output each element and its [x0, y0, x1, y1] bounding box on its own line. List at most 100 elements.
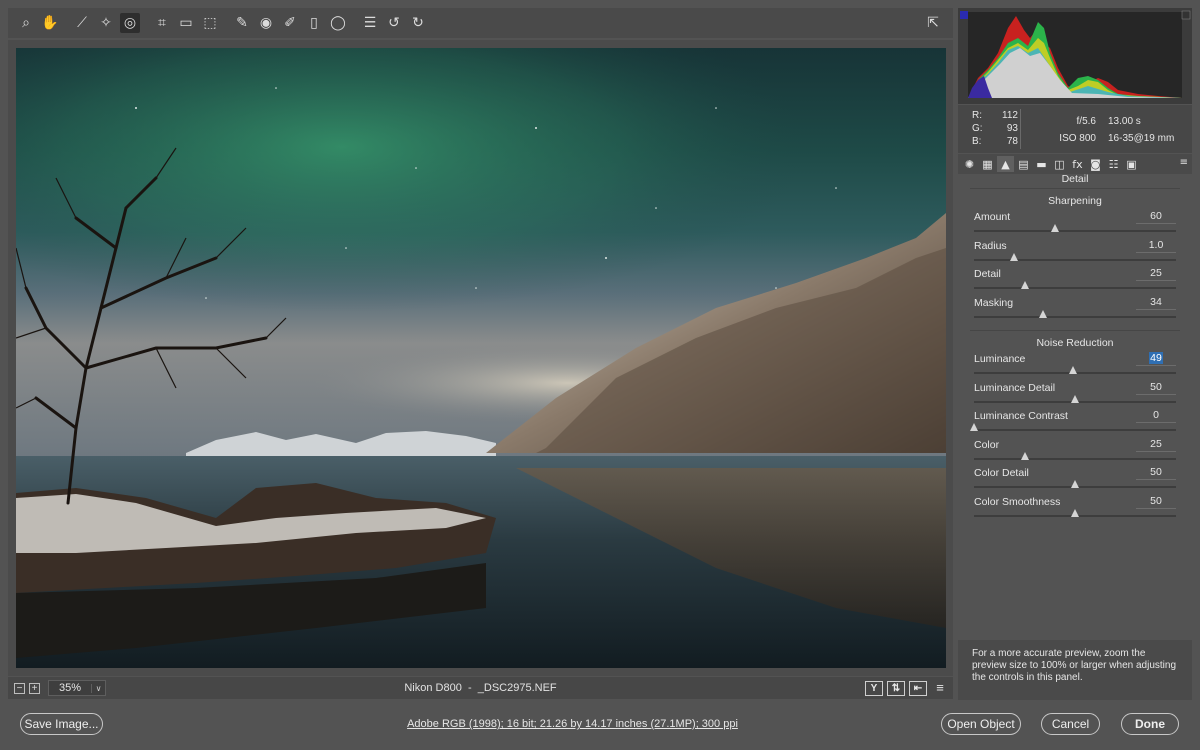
- panel-menu-icon[interactable]: ≡: [1180, 157, 1188, 168]
- slider-detail: Detail 25: [974, 267, 1176, 296]
- hsl-tab-icon[interactable]: ▤: [1015, 156, 1032, 172]
- rotate-right-icon[interactable]: ↻: [408, 13, 428, 33]
- rgb-values: R: 112 G: 93 B: 78: [972, 109, 1018, 148]
- slider-value-input[interactable]: 60: [1136, 210, 1176, 224]
- adjustments-panel: R: 112 G: 93 B: 78 f/5.6 13.00 s ISO 800 16-3…: [958, 8, 1192, 700]
- eyedropper-icon[interactable]: ⟋: [72, 13, 92, 33]
- lens-tab-icon[interactable]: ◫: [1051, 156, 1068, 172]
- slider-value-text: 50: [1150, 466, 1162, 478]
- color-sampler-icon[interactable]: ✧: [96, 13, 116, 33]
- graduated-filter-icon[interactable]: ▯: [304, 13, 324, 33]
- target-adjust-icon[interactable]: ◎: [120, 13, 140, 33]
- detail-hint: For a more accurate preview, zoom the pr…: [958, 640, 1192, 700]
- slider-value-input[interactable]: 50: [1136, 381, 1176, 395]
- slider-value-text: 25: [1150, 437, 1162, 450]
- panel-title: Detail: [1061, 173, 1089, 185]
- slider-value-input[interactable]: 25: [1136, 438, 1176, 452]
- slider-value-input[interactable]: 1.0: [1136, 239, 1176, 253]
- straighten-icon[interactable]: ▭: [176, 13, 196, 33]
- split-toning-tab-icon[interactable]: ▬: [1033, 156, 1050, 172]
- preview-preferences-icon[interactable]: ≡: [931, 681, 949, 696]
- slider-label: Radius: [974, 239, 1007, 252]
- swap-settings-button[interactable]: ⇅: [887, 680, 905, 696]
- hand-icon[interactable]: ✋: [40, 13, 60, 33]
- save-image-button[interactable]: Save Image...: [20, 713, 103, 735]
- zoom-out-button[interactable]: −: [14, 682, 25, 694]
- r-label: R:: [972, 110, 982, 121]
- chevron-down-icon: ∨: [91, 683, 105, 693]
- slider-track[interactable]: [974, 429, 1176, 431]
- cancel-button[interactable]: Cancel: [1041, 713, 1100, 735]
- slider-color-smoothness: Color Smoothness 50: [974, 495, 1176, 524]
- magnifier-icon[interactable]: ⌕: [16, 13, 36, 33]
- shutter-speed: 13.00 s: [1108, 116, 1141, 127]
- slider-luminance-detail: Luminance Detail 50: [974, 381, 1176, 410]
- slider-value-input[interactable]: 25: [1136, 267, 1176, 281]
- slider-thumb[interactable]: [970, 423, 978, 431]
- highlight-clip-icon: [1181, 10, 1191, 20]
- snapshots-tab-icon[interactable]: ▣: [1123, 156, 1140, 172]
- slider-label: Detail: [974, 268, 1001, 280]
- slider-amount: Amount 60: [974, 210, 1176, 239]
- slider-thumb[interactable]: [1071, 394, 1079, 403]
- copy-settings-button[interactable]: ⇤: [909, 680, 927, 696]
- slider-thumb[interactable]: [1050, 224, 1059, 232]
- zoom-in-button[interactable]: +: [29, 682, 40, 694]
- slider-value-input[interactable]: 0: [1136, 409, 1176, 423]
- done-button[interactable]: Done: [1121, 713, 1179, 735]
- slider-thumb[interactable]: [1071, 508, 1079, 517]
- slider-masking: Masking 34: [974, 296, 1176, 325]
- slider-thumb[interactable]: [1020, 451, 1029, 460]
- before-after-toggle-button[interactable]: Y: [865, 680, 883, 696]
- rotate-left-icon[interactable]: ↺: [384, 13, 404, 33]
- slider-track[interactable]: [974, 258, 1176, 261]
- slider-track[interactable]: [974, 457, 1176, 460]
- eye-icon[interactable]: ◉: [256, 13, 276, 33]
- open-object-button[interactable]: Open Object: [941, 713, 1021, 735]
- fullscreen-icon[interactable]: ⇱: [923, 13, 943, 33]
- presets-tab-icon[interactable]: ☷: [1105, 156, 1122, 172]
- shadow-clip-icon: [960, 11, 968, 19]
- brush-heal-icon[interactable]: ✎: [232, 13, 252, 33]
- transform-icon[interactable]: ⬚: [200, 13, 220, 33]
- tone-curve-tab-icon[interactable]: ▦: [979, 156, 996, 172]
- brush-icon[interactable]: ✐: [280, 13, 300, 33]
- g-label: G:: [972, 123, 983, 134]
- list-icon[interactable]: ☰: [360, 13, 380, 33]
- slider-luminance-contrast: Luminance Contrast 0: [970, 409, 1176, 438]
- detail-tab-icon[interactable]: ▲: [997, 156, 1014, 172]
- zoom-level-select[interactable]: 35% ∨: [48, 680, 106, 696]
- slider-thumb[interactable]: [1068, 366, 1077, 374]
- slider-track[interactable]: [974, 315, 1176, 318]
- noise-reduction-heading: Noise Reduction: [1036, 337, 1114, 349]
- calibration-tab-icon[interactable]: ◙: [1087, 156, 1104, 172]
- crop-icon[interactable]: ⌗: [152, 13, 172, 33]
- slider-value-input[interactable]: 34: [1136, 296, 1176, 310]
- photo-preview[interactable]: [16, 48, 946, 668]
- slider-label: Color Smoothness: [974, 495, 1061, 508]
- effects-tab-icon[interactable]: fx: [1069, 156, 1086, 172]
- toolbar: ⌕ ✋ ⟋ ✧ ◎ ⌗ ▭ ⬚ ✎ ◉ ✐ ▯ ◯ ☰ ↺ ↻ ⇱: [8, 8, 953, 38]
- slider-value-input[interactable]: 50: [1136, 495, 1176, 509]
- radial-filter-icon[interactable]: ◯: [328, 13, 348, 33]
- slider-value-input[interactable]: 50: [1136, 466, 1176, 480]
- basic-tab-icon[interactable]: ✺: [961, 156, 978, 172]
- pixel-readout: R: 112 G: 93 B: 78 f/5.6 13.00 s ISO 800 16-3…: [958, 105, 1192, 153]
- preview-status-bar: − + 35% ∨ Nikon D800 - _DSC2975.NEF Y ⇅ …: [8, 677, 953, 699]
- slider-thumb[interactable]: [1010, 252, 1019, 261]
- slider-track[interactable]: [974, 230, 1176, 232]
- preview-area: [8, 40, 953, 676]
- slider-label: Luminance Contrast: [974, 410, 1068, 422]
- slider-value-input[interactable]: 49: [1136, 352, 1176, 366]
- exif-info: f/5.6 13.00 s ISO 800 16-35@19 mm: [1026, 113, 1186, 147]
- workflow-options-link[interactable]: Adobe RGB (1998); 16 bit; 21.26 by 14.17…: [300, 718, 845, 730]
- slider-track[interactable]: [974, 287, 1176, 289]
- slider-thumb[interactable]: [1038, 309, 1047, 318]
- histogram: [958, 8, 1192, 104]
- b-value: 78: [1006, 136, 1018, 147]
- slider-thumb[interactable]: [1071, 480, 1079, 488]
- g-value: 93: [1006, 123, 1018, 134]
- zoom-level-value: 35%: [58, 682, 82, 694]
- section-divider: [970, 330, 1180, 331]
- slider-thumb[interactable]: [1020, 281, 1029, 289]
